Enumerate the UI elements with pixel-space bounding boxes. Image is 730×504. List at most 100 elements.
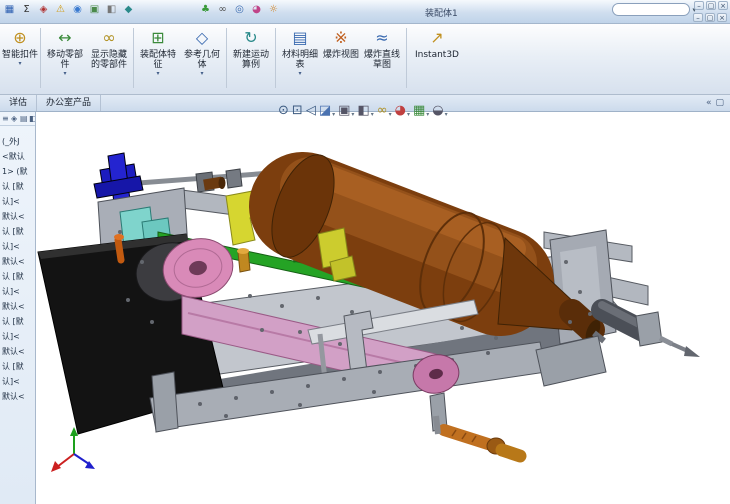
- tree-item[interactable]: 认 [默: [0, 269, 35, 284]
- close-button[interactable]: ×: [718, 1, 728, 10]
- ribbon-separator: [226, 28, 227, 88]
- screws[interactable]: [433, 415, 527, 463]
- zoom-fit-icon[interactable]: ⊙: [278, 103, 289, 119]
- tree-item[interactable]: 默认<: [0, 344, 35, 359]
- task-pane-icon[interactable]: ▢: [715, 97, 724, 109]
- search-input[interactable]: [612, 3, 691, 16]
- tree-item[interactable]: 认]<: [0, 374, 35, 389]
- ribbon-button-smart-fasteners[interactable]: ⊕ 智能扣件 ▾: [2, 26, 38, 91]
- reference-geometry-icon: ◇: [195, 28, 209, 47]
- tree-item[interactable]: 认]<: [0, 239, 35, 254]
- feature-manager-icon[interactable]: ≡: [2, 114, 9, 124]
- tree-item[interactable]: 认 [默: [0, 314, 35, 329]
- warning-icon[interactable]: ⚠: [53, 2, 68, 17]
- zoom-area-icon[interactable]: ⊡: [292, 103, 303, 119]
- chevron-down-icon: ▾: [298, 70, 302, 77]
- show-hidden-components-icon: ∞: [102, 28, 116, 47]
- ribbon-button-label: 移动零部件: [46, 50, 83, 70]
- ribbon-button-exploded-view[interactable]: ※ 爆炸视图: [322, 26, 360, 91]
- tab-office-products[interactable]: 办公室产品: [37, 95, 102, 111]
- window-title: 装配体1: [425, 9, 458, 19]
- tree-item[interactable]: <默认: [0, 149, 35, 164]
- command-manager-ribbon: ⊕ 智能扣件 ▾ ↔ 移动零部件 ▾ ∞ 显示隐藏的零部件 ⊞ 装配体特征 ▾ …: [0, 24, 730, 95]
- 3d-model-view[interactable]: [36, 112, 730, 504]
- new-motion-study-icon: ↻: [244, 28, 258, 47]
- edit-appearance-icon[interactable]: ◕ ▾: [395, 103, 410, 119]
- ribbon-button-explode-line-sketch[interactable]: ≈ 爆炸直线草图: [360, 26, 404, 91]
- sketch-grid-icon[interactable]: ▦: [2, 2, 17, 17]
- section-icon[interactable]: ◧: [104, 2, 119, 17]
- search-area: ▾: [612, 3, 696, 16]
- view-cube-icon[interactable]: ▣: [87, 2, 102, 17]
- tree-item[interactable]: 1> (默: [0, 164, 35, 179]
- glasses-icon[interactable]: ∞: [215, 2, 230, 17]
- tree-item[interactable]: 默认<: [0, 299, 35, 314]
- section-view-icon[interactable]: ◪ ▾: [319, 103, 335, 119]
- explode-line-sketch-icon: ≈: [375, 28, 389, 47]
- ribbon-button-bill-of-materials[interactable]: ▤ 材料明细表 ▾: [278, 26, 322, 91]
- display-style-icon[interactable]: ◧ ▾: [357, 103, 373, 119]
- hide-show-items-icon[interactable]: ∞ ▾: [377, 103, 392, 119]
- tree-item[interactable]: 默认<: [0, 254, 35, 269]
- ribbon-button-label: Instant3D: [415, 50, 459, 60]
- tree-item[interactable]: 认 [默: [0, 179, 35, 194]
- measure-icon[interactable]: Σ: [19, 2, 34, 17]
- ribbon-button-move-component[interactable]: ↔ 移动零部件 ▾: [43, 26, 87, 91]
- restore-button[interactable]: ▢: [706, 1, 716, 10]
- feature-manager-tabs: ≡ ◈ ▤ ◧: [0, 112, 35, 126]
- leaf-icon[interactable]: ♣: [198, 2, 213, 17]
- ribbon-button-instant3d[interactable]: ↗ Instant3D: [409, 26, 465, 91]
- doc-restore-button[interactable]: ▢: [705, 13, 715, 22]
- minimize-button[interactable]: –: [694, 1, 704, 10]
- rebuild-icon[interactable]: ◈: [36, 2, 51, 17]
- collapse-pane-icon[interactable]: «: [706, 97, 712, 109]
- display-manager-icon[interactable]: ◧: [29, 114, 35, 124]
- ribbon-separator: [275, 28, 276, 88]
- configuration-manager-icon[interactable]: ▤: [20, 114, 28, 124]
- right-actuator[interactable]: [591, 299, 700, 357]
- tree-item[interactable]: 认 [默: [0, 359, 35, 374]
- doc-close-button[interactable]: ×: [717, 13, 727, 22]
- move-component-icon: ↔: [58, 28, 72, 47]
- view-settings-icon[interactable]: ◒ ▾: [432, 103, 447, 119]
- scene-icon[interactable]: ☼: [266, 2, 281, 17]
- apply-scene-icon[interactable]: ▦ ▾: [413, 103, 429, 119]
- tree-item[interactable]: 认]<: [0, 194, 35, 209]
- ribbon-button-label: 新建运动算例: [232, 50, 269, 70]
- title-bar: ▦ Σ ◈ ⚠ ◉ ▣ ◧ ◆ ♣ ∞ ◎ ◕ ☼ 装配体1 ▾ – ▢ × –…: [0, 0, 730, 24]
- material-sphere-icon[interactable]: ◉: [70, 2, 85, 17]
- ribbon-button-show-hidden-components[interactable]: ∞ 显示隐藏的零部件: [87, 26, 131, 91]
- chevron-down-icon: ▾: [200, 70, 204, 77]
- feature-tree: (_外J <默认 1> (默 认 [默 认]< 默认< 认 [默 认]< 默认<…: [0, 126, 35, 404]
- pane-corner-buttons: « ▢: [706, 97, 730, 109]
- target-icon[interactable]: ◎: [232, 2, 247, 17]
- ribbon-button-assembly-features[interactable]: ⊞ 装配体特征 ▾: [136, 26, 180, 91]
- ribbon-button-reference-geometry[interactable]: ◇ 参考几何体 ▾: [180, 26, 224, 91]
- chevron-down-icon: ▾: [156, 70, 160, 77]
- previous-view-icon[interactable]: ◁: [306, 103, 316, 119]
- graphics-area[interactable]: ⊙ ⊡ ◁ ◪ ▾ ▣ ▾ ◧ ▾ ∞ ▾ ◕ ▾ ▦ ▾ ◒ ▾: [36, 103, 730, 504]
- assembly-features-icon: ⊞: [151, 28, 165, 47]
- smart-fasteners-icon: ⊕: [13, 28, 27, 47]
- tree-item[interactable]: 默认<: [0, 389, 35, 404]
- feature-manager-panel[interactable]: ≡ ◈ ▤ ◧ (_外J <默认 1> (默 认 [默 认]< 默认< 认 [默…: [0, 112, 36, 504]
- main-area: ≡ ◈ ▤ ◧ (_外J <默认 1> (默 认 [默 认]< 默认< 认 [默…: [0, 103, 730, 504]
- options-icon[interactable]: ◆: [121, 2, 136, 17]
- tree-item[interactable]: (_外J: [0, 134, 35, 149]
- tree-item[interactable]: 认]<: [0, 284, 35, 299]
- doc-minimize-button[interactable]: –: [693, 13, 703, 22]
- ribbon-button-new-motion-study[interactable]: ↻ 新建运动算例: [229, 26, 273, 91]
- tree-item[interactable]: 认 [默: [0, 224, 35, 239]
- tab-evaluate[interactable]: 详估: [0, 95, 38, 111]
- chevron-down-icon: ▾: [63, 70, 67, 77]
- tree-item[interactable]: 默认<: [0, 209, 35, 224]
- origin-triad[interactable]: [51, 427, 95, 472]
- ribbon-separator: [40, 28, 41, 88]
- instant3d-icon: ↗: [430, 28, 444, 47]
- view-orientation-icon[interactable]: ▣ ▾: [338, 103, 354, 119]
- property-manager-icon[interactable]: ◈: [11, 114, 17, 124]
- appearance-icon[interactable]: ◕: [249, 2, 264, 17]
- exploded-view-icon: ※: [334, 28, 348, 47]
- tree-item[interactable]: 认]<: [0, 329, 35, 344]
- window-controls: – ▢ ×: [694, 1, 728, 10]
